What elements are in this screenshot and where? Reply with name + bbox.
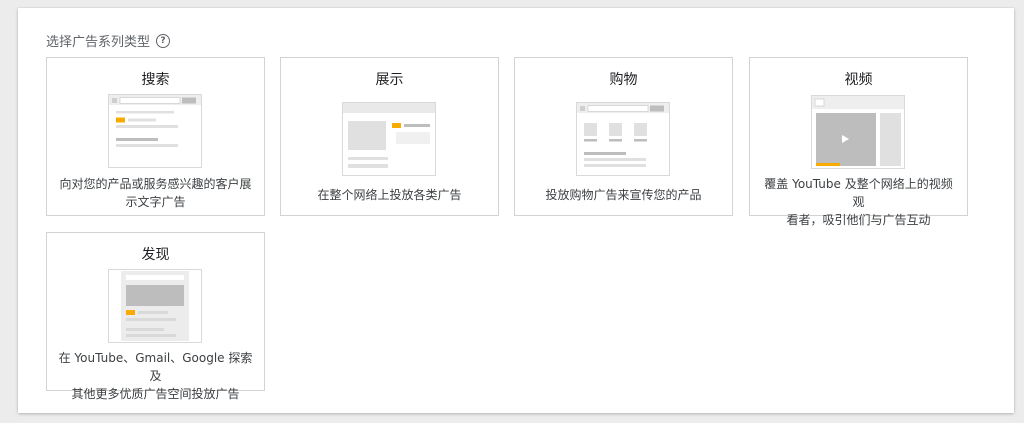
card-title: 展示 <box>375 72 404 88</box>
shopping-illustration <box>576 102 670 176</box>
campaign-type-card-discovery[interactable]: 发现 在 YouTube、Gmail、Google 探索及 其他更多优质广告空间… <box>46 232 265 401</box>
card-description-line: 在整个网络上投放各类广告 <box>317 188 462 202</box>
search-illustration <box>108 94 202 168</box>
card-description-line: 看者，吸引他们与广告互动 <box>786 213 931 227</box>
card-title: 视频 <box>844 72 873 88</box>
card-description-line: 在 YouTube、Gmail、Google 探索及 <box>58 351 253 383</box>
card-description: 在 YouTube、Gmail、Google 探索及 其他更多优质广告空间投放广… <box>57 349 254 403</box>
campaign-type-card-video[interactable]: 视频 覆盖 YouTube 及整个网络上的视频观 看者，吸引他们与广告互动 <box>749 57 968 227</box>
card-title: 发现 <box>141 247 170 263</box>
section-title-text: 选择广告系列类型 <box>46 35 151 50</box>
card-description-line: 投放购物广告来宣传您的产品 <box>545 188 702 202</box>
question-circle-icon[interactable]: ? <box>156 33 171 48</box>
card-description-line: 示文字广告 <box>125 195 186 209</box>
card-description-line: 向对您的产品或服务感兴趣的客户展 <box>59 177 252 191</box>
card-description: 覆盖 YouTube 及整个网络上的视频观 看者，吸引他们与广告互动 <box>760 175 957 229</box>
discovery-illustration <box>108 269 202 343</box>
video-illustration <box>811 95 905 169</box>
card-description-line: 覆盖 YouTube 及整个网络上的视频观 <box>764 177 953 209</box>
card-description-line: 其他更多优质广告空间投放广告 <box>71 387 240 401</box>
card-description: 投放购物广告来宣传您的产品 <box>525 186 722 204</box>
card-description: 向对您的产品或服务感兴趣的客户展 示文字广告 <box>57 175 254 211</box>
campaign-type-card-search[interactable]: 搜索 向对您的产品或服务感兴趣的客户展 示文字广告 <box>46 57 265 216</box>
card-description: 在整个网络上投放各类广告 <box>291 186 488 204</box>
campaign-type-card-shopping[interactable]: 购物 投放购物广告来宣传您的产品 <box>514 57 733 216</box>
section-title: 选择广告系列类型 ? <box>46 31 171 50</box>
card-title: 搜索 <box>141 72 170 88</box>
display-illustration <box>342 102 436 176</box>
card-title: 购物 <box>609 72 638 88</box>
campaign-type-card-display[interactable]: 展示 在整个网络上投放各类广告 <box>280 57 499 216</box>
